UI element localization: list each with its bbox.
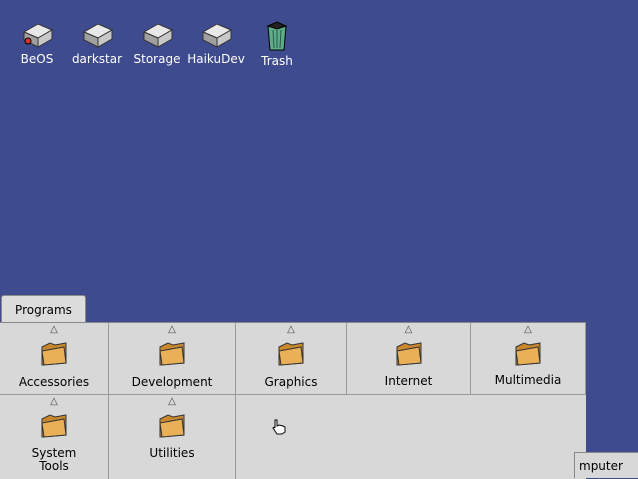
drive-icon: [201, 23, 233, 48]
folder-label: Accessories: [18, 375, 90, 389]
expand-arrow-icon[interactable]: △: [347, 325, 470, 335]
folder-internet[interactable]: △ Internet: [347, 323, 471, 395]
desktop-icon-trash[interactable]: Trash: [247, 20, 307, 68]
folder-icon: [41, 414, 67, 438]
desktop-icon-label: Storage: [133, 52, 181, 66]
drive-icon: [82, 23, 114, 48]
desktop-icon-label: BeOS: [20, 52, 54, 66]
desktop-icon-label: darkstar: [71, 52, 123, 66]
expand-arrow-icon[interactable]: △: [236, 325, 346, 335]
folder-icon: [159, 414, 185, 438]
deskbar-button[interactable]: mputer: [574, 452, 638, 478]
drive-icon: [22, 23, 54, 48]
window-title: Programs: [15, 303, 72, 317]
folder-label: Graphics: [264, 375, 318, 389]
expand-arrow-icon[interactable]: △: [0, 397, 108, 407]
desktop-icon-haikudev[interactable]: HaikuDev: [186, 20, 246, 66]
trash-icon: [266, 21, 288, 51]
expand-arrow-icon[interactable]: △: [109, 325, 235, 335]
folder-icon: [41, 342, 67, 366]
deskbar-label: mputer: [579, 459, 623, 473]
panel-empty-area: [236, 395, 586, 479]
folder-icon: [278, 342, 304, 366]
folder-label: System Tools: [31, 446, 77, 473]
expand-arrow-icon[interactable]: △: [471, 325, 585, 335]
folder-icon: [395, 342, 422, 366]
folder-accessories[interactable]: △ Accessories: [0, 323, 109, 395]
folder-label: Development: [131, 375, 213, 389]
desktop-icon-beos[interactable]: BeOS: [7, 20, 67, 66]
desktop-icon-storage[interactable]: Storage: [127, 20, 187, 66]
folder-icon: [159, 342, 185, 366]
folder-system-tools[interactable]: △ System Tools: [0, 395, 109, 479]
folder-multimedia[interactable]: △ Multimedia: [471, 323, 586, 395]
desktop-icon-label: Trash: [261, 54, 293, 68]
folder-label: Multimedia: [494, 373, 562, 387]
desktop-icon-label: HaikuDev: [187, 52, 245, 66]
folder-label: Internet: [384, 374, 433, 388]
folder-graphics[interactable]: △ Graphics: [236, 323, 347, 395]
hand-cursor-icon: [272, 419, 286, 435]
folder-label: Utilities: [149, 446, 195, 460]
window-tab[interactable]: Programs: [1, 295, 86, 323]
folder-development[interactable]: △ Development: [109, 323, 236, 395]
desktop-icon-darkstar[interactable]: darkstar: [67, 20, 127, 66]
expand-arrow-icon[interactable]: △: [0, 325, 108, 335]
folder-utilities[interactable]: △ Utilities: [109, 395, 236, 479]
drive-icon: [142, 23, 174, 48]
expand-arrow-icon[interactable]: △: [109, 397, 235, 407]
folder-icon: [515, 342, 541, 366]
folder-panel: △ Accessories △ Development △ Graphics △…: [0, 322, 586, 479]
